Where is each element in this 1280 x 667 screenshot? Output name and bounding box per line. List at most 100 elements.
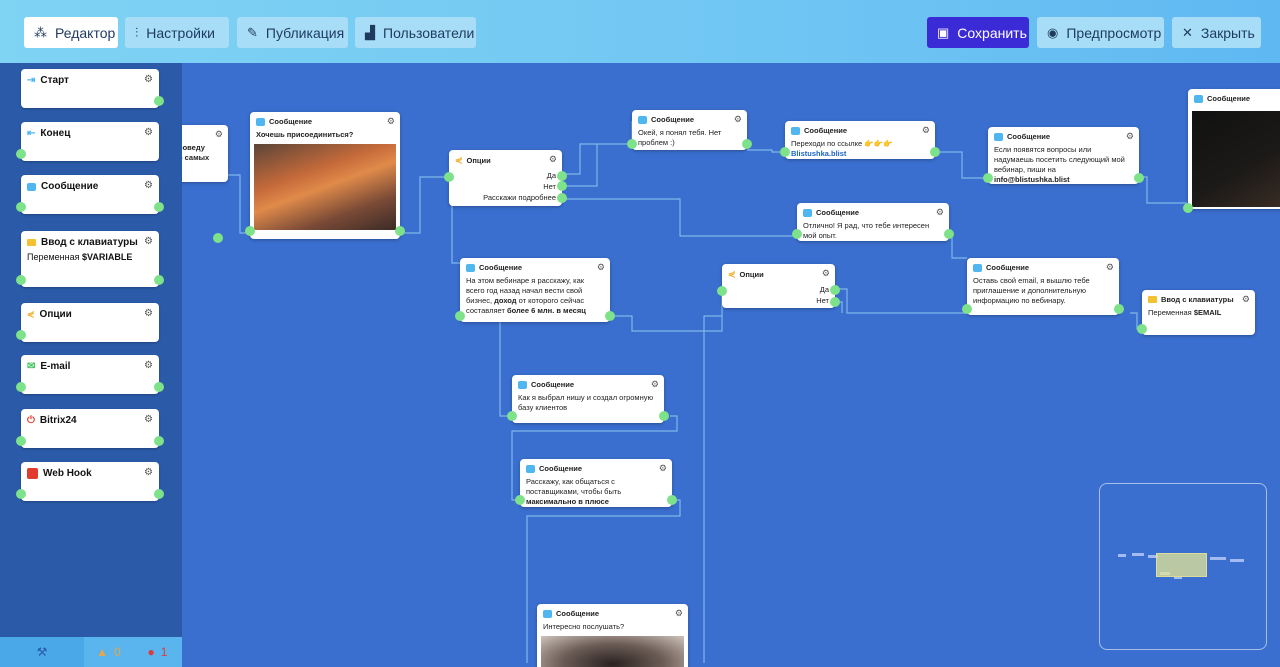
output-port[interactable] (154, 489, 164, 499)
gear-icon[interactable]: ⚙ (822, 268, 830, 279)
gear-icon[interactable]: ⚙ (1126, 131, 1134, 142)
input-port[interactable] (245, 226, 255, 236)
input-port[interactable] (1137, 324, 1147, 334)
input-port[interactable] (444, 172, 454, 182)
media-preview[interactable] (541, 636, 684, 667)
input-port[interactable] (627, 139, 637, 149)
output-port[interactable] (930, 147, 940, 157)
output-port-yes[interactable] (830, 285, 840, 295)
output-port[interactable] (154, 96, 164, 106)
editor-tab[interactable]: ⁂ Редактор (24, 17, 118, 48)
keyboard-input-node[interactable]: Ввод с клавиатуры ⚙ Переменная $EMAIL (1137, 290, 1255, 335)
gear-icon[interactable]: ⚙ (144, 74, 153, 85)
output-port[interactable] (659, 411, 669, 421)
gear-icon[interactable]: ⚙ (215, 129, 223, 140)
minimap[interactable] (1099, 483, 1267, 650)
output-port-more[interactable] (557, 193, 567, 203)
input-port[interactable] (983, 173, 993, 183)
message-node[interactable]: Сообщение ⚙ На этом вебинаре я расскажу,… (455, 258, 615, 322)
media-preview[interactable] (1192, 111, 1280, 207)
node-link[interactable]: Blistushka.blist (791, 149, 846, 158)
output-port-no[interactable] (557, 181, 567, 191)
message-node[interactable]: Сообщение ⚙ Отлично! Я рад, что тебе инт… (792, 203, 954, 241)
warnings-count[interactable]: ▲ 0 (84, 637, 133, 667)
input-port[interactable] (16, 436, 26, 446)
minimap-viewport[interactable] (1156, 553, 1207, 577)
input-port[interactable] (515, 495, 525, 505)
gear-icon[interactable]: ⚙ (387, 116, 395, 127)
message-node[interactable]: Сообщение ⚙ Оставь свой email, я вышлю т… (962, 258, 1124, 315)
gear-icon[interactable]: ⚙ (734, 114, 742, 125)
options-node[interactable]: ⋞ Опции ⚙ Да Нет Расскажи подробнее (444, 150, 567, 206)
palette-end[interactable]: ⇤ Конец ⚙ (16, 122, 159, 161)
input-port[interactable] (780, 147, 790, 157)
message-node[interactable]: Сообщение ⚙ Если появятся вопросы или на… (983, 127, 1144, 184)
settings-tab[interactable]: ⫶ Настройки (125, 17, 229, 48)
input-port[interactable] (1183, 203, 1193, 213)
input-port[interactable] (16, 149, 26, 159)
output-port[interactable] (667, 495, 677, 505)
input-port[interactable] (792, 229, 802, 239)
input-port[interactable] (16, 330, 26, 340)
input-port[interactable] (16, 489, 26, 499)
input-port[interactable] (455, 311, 465, 321)
message-node[interactable]: Сообщение ⚙ Интересно послушать? (537, 604, 688, 667)
preview-button[interactable]: ◉ Предпросмотр (1037, 17, 1164, 48)
input-port[interactable] (962, 304, 972, 314)
message-node[interactable]: Сообщение ⚙ Хочешь присоединиться? (245, 112, 405, 239)
message-node[interactable]: Сообщение ⚙ Как я выбрал нишу и создал о… (507, 375, 669, 423)
message-node[interactable]: Сообщение ⚙ Окей, я понял тебя. Нет проб… (627, 110, 752, 150)
gear-icon[interactable]: ⚙ (1242, 294, 1250, 305)
gear-icon[interactable]: ⚙ (144, 127, 153, 138)
output-port[interactable] (742, 139, 752, 149)
gear-icon[interactable]: ⚙ (144, 236, 153, 247)
message-node[interactable]: Сообщение ⚙ Переходи по ссылке 👉👉👉 Blist… (780, 121, 940, 159)
output-port[interactable] (154, 275, 164, 285)
gear-icon[interactable]: ⚙ (936, 207, 944, 218)
palette-start[interactable]: ⇥ Старт ⚙ (21, 69, 164, 108)
options-node[interactable]: ⋞ Опции ⚙ Да Нет (717, 264, 840, 308)
palette-options[interactable]: ⋞ Опции ⚙ (16, 303, 159, 342)
gear-icon[interactable]: ⚙ (549, 154, 557, 165)
media-preview[interactable] (254, 144, 396, 231)
palette-webhook[interactable]: Web Hook ⚙ (16, 462, 164, 501)
flow-canvas[interactable]: ⚙ роведу о самых Сообщение ⚙ Хочешь прис… (182, 63, 1280, 667)
input-port[interactable] (717, 286, 727, 296)
gear-icon[interactable]: ⚙ (144, 308, 153, 319)
input-port[interactable] (16, 275, 26, 285)
output-port[interactable] (154, 382, 164, 392)
output-port[interactable] (213, 233, 223, 243)
input-port[interactable] (507, 411, 517, 421)
input-port[interactable] (16, 202, 26, 212)
gear-icon[interactable]: ⚙ (922, 125, 930, 136)
gear-icon[interactable]: ⚙ (659, 463, 667, 474)
output-port[interactable] (1134, 173, 1144, 183)
gear-icon[interactable]: ⚙ (144, 467, 153, 478)
output-port[interactable] (154, 436, 164, 446)
output-port[interactable] (395, 226, 405, 236)
gear-icon[interactable]: ⚙ (675, 608, 683, 619)
message-node[interactable]: Сообщение ⚙ Расскажу, как общаться с пос… (515, 459, 677, 507)
gear-icon[interactable]: ⚙ (144, 180, 153, 191)
palette-message[interactable]: Сообщение ⚙ (16, 175, 164, 214)
gear-icon[interactable]: ⚙ (144, 360, 153, 371)
publish-tab[interactable]: ✎ Публикация (237, 17, 348, 48)
close-button[interactable]: ✕ Закрыть (1172, 17, 1261, 48)
output-port[interactable] (944, 229, 954, 239)
build-status[interactable]: ⚒ (0, 637, 84, 667)
save-button[interactable]: ▣ Сохранить (927, 17, 1029, 48)
users-tab[interactable]: ▟ Пользователи (355, 17, 476, 48)
output-port-yes[interactable] (557, 171, 567, 181)
gear-icon[interactable]: ⚙ (1106, 262, 1114, 273)
palette-bitrix[interactable]: ⏻ Bitrix24 ⚙ (16, 409, 164, 448)
palette-email[interactable]: ✉ E-mail ⚙ (16, 355, 164, 394)
input-port[interactable] (16, 382, 26, 392)
gear-icon[interactable]: ⚙ (597, 262, 605, 273)
message-node-partial[interactable]: ⚙ роведу о самых (182, 125, 228, 243)
gear-icon[interactable]: ⚙ (651, 379, 659, 390)
output-port[interactable] (1114, 304, 1124, 314)
message-node[interactable]: Сообщение (1183, 89, 1280, 213)
gear-icon[interactable]: ⚙ (144, 414, 153, 425)
output-port[interactable] (605, 311, 615, 321)
palette-keyboard-input[interactable]: Ввод с клавиатуры Переменная $VARIABLE ⚙ (16, 231, 164, 287)
